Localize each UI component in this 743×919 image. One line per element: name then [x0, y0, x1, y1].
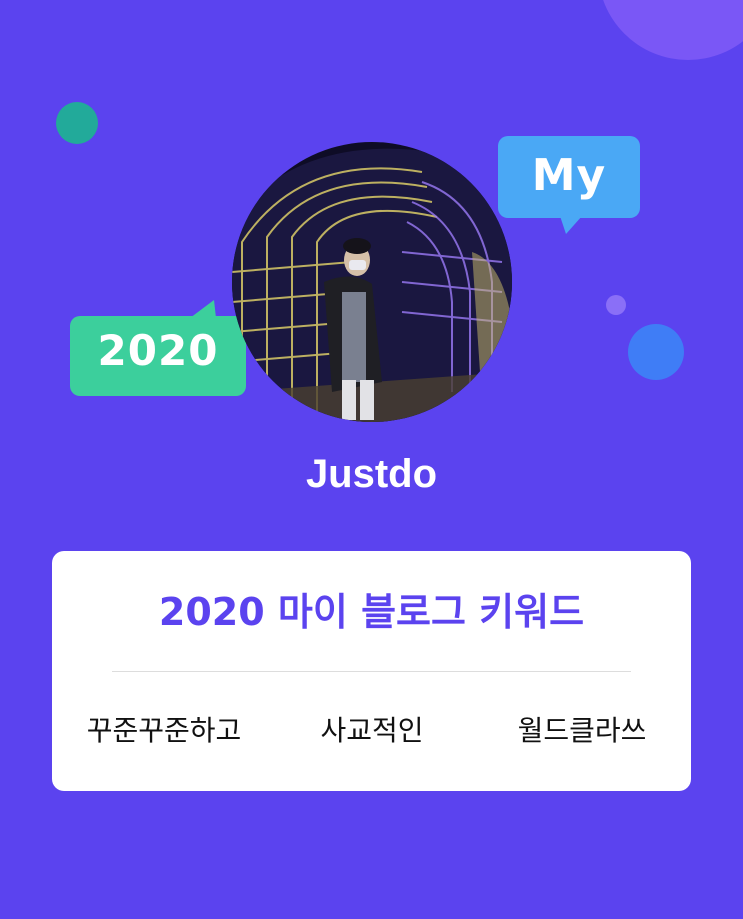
decorative-dot-blue [628, 324, 684, 380]
profile-username: Justdo [305, 452, 438, 496]
badge-year-label: 2020 [97, 326, 219, 375]
keyword-item: 꾸준꾸준하고 [86, 714, 242, 747]
speech-bubble-my: My [498, 136, 640, 236]
avatar [232, 142, 512, 422]
keyword-item: 월드클라쓰 [517, 714, 647, 747]
keyword-card: 2020 마이 블로그 키워드 꾸준꾸준하고 사교적인 월드클라쓰 [52, 551, 691, 791]
keyword-item: 사교적인 [320, 714, 424, 747]
decorative-dot-small [606, 295, 626, 315]
speech-bubble-2020: 2020 [70, 298, 246, 398]
badge-my-label: My [531, 150, 607, 201]
profile-photo [232, 142, 512, 422]
decorative-circle-top-right [598, 0, 743, 60]
card-title: 2020 마이 블로그 키워드 [158, 590, 585, 634]
decorative-dot-teal [56, 102, 98, 144]
divider [112, 671, 631, 672]
